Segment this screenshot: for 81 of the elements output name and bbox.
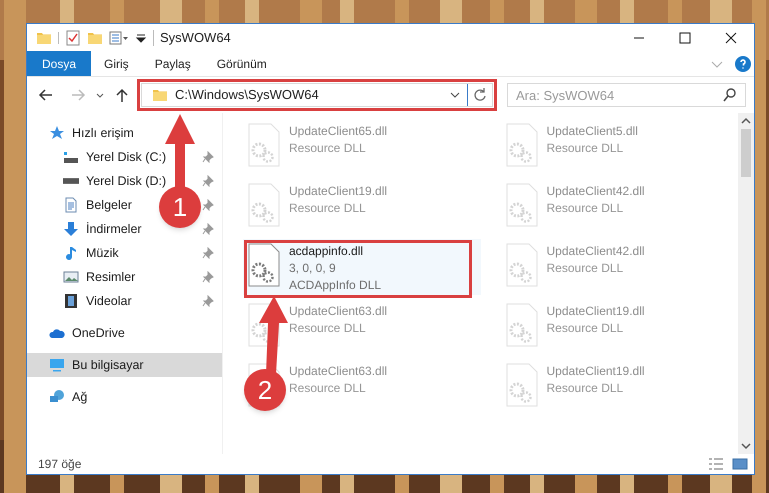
document-icon — [63, 197, 79, 213]
ribbon-tab[interactable]: Görünüm — [204, 51, 280, 76]
sidebar-item[interactable]: Müzik — [63, 244, 119, 262]
details-view-icon[interactable] — [708, 456, 724, 472]
drive-icon — [63, 152, 79, 162]
sidebar-item[interactable]: Bu bilgisayar — [27, 353, 222, 377]
file-detail: Resource DLL — [546, 320, 624, 337]
sidebar-item[interactable]: Belgeler — [63, 196, 132, 214]
search-field[interactable]: Ara: SysWOW64 — [507, 83, 746, 107]
film-icon — [63, 293, 79, 309]
ribbon-tab[interactable]: Giriş — [91, 51, 142, 76]
dll-file-icon — [504, 183, 538, 227]
dll-file-icon — [504, 123, 538, 167]
dll-file-icon — [247, 183, 281, 227]
sidebar-item[interactable]: Hızlı erişim — [27, 121, 222, 145]
file-detail: Resource DLL — [546, 140, 624, 157]
image-icon — [63, 269, 79, 285]
pin-icon[interactable] — [202, 151, 214, 163]
pin-icon[interactable] — [202, 247, 214, 259]
address-path: C:\Windows\SysWOW64 — [175, 86, 319, 104]
dll-file-icon — [504, 243, 538, 287]
file-name: UpdateClient5.dll — [546, 123, 638, 140]
star-icon — [49, 125, 65, 141]
file-name: UpdateClient19.dll — [546, 303, 645, 320]
file-item[interactable]: acdappinfo.dll 3, 0, 0, 9 ACDAppInfo DLL — [243, 239, 480, 295]
music-note-icon — [63, 245, 79, 261]
pin-icon[interactable] — [202, 175, 214, 187]
help-icon[interactable] — [735, 56, 751, 72]
pin-icon[interactable] — [202, 223, 214, 235]
file-detail: Resource DLL — [546, 380, 624, 397]
file-detail: Resource DLL — [289, 140, 367, 157]
scrollbar-thumb[interactable] — [741, 129, 751, 177]
tiles-view-icon[interactable] — [732, 456, 748, 472]
window-title: SysWOW64 — [160, 28, 231, 47]
file-name: UpdateClient63.dll — [289, 363, 388, 380]
file-name: UpdateClient42.dll — [546, 183, 645, 200]
file-detail: Resource DLL — [289, 320, 367, 337]
back-arrow-icon[interactable] — [38, 87, 54, 103]
sidebar-item[interactable]: Videolar — [63, 292, 132, 310]
dll-file-icon — [247, 243, 281, 287]
dropdown-icon[interactable] — [135, 32, 147, 44]
checklist-icon[interactable] — [65, 30, 81, 46]
drive-icon — [63, 178, 79, 184]
file-name: UpdateClient19.dll — [546, 363, 645, 380]
dll-file-icon — [247, 123, 281, 167]
download-icon — [63, 221, 79, 237]
network-icon — [49, 389, 65, 405]
file-tab[interactable]: Dosya — [27, 51, 92, 76]
computer-icon — [49, 357, 65, 373]
folder-icon — [152, 87, 168, 103]
file-detail: 3, 0, 0, 9 — [289, 260, 337, 277]
address-field[interactable]: C:\Windows\SysWOW64 — [141, 83, 493, 107]
file-name: UpdateClient19.dll — [289, 183, 388, 200]
sidebar-item[interactable]: Yerel Disk (C:) — [63, 148, 166, 166]
pin-icon[interactable] — [202, 271, 214, 283]
dll-file-icon — [504, 303, 538, 347]
ribbon-tab[interactable]: Paylaş — [142, 51, 204, 76]
refresh-icon[interactable] — [472, 87, 488, 103]
file-name: UpdateClient63.dll — [289, 303, 388, 320]
properties-icon[interactable] — [109, 30, 129, 46]
file-detail: Resource DLL — [546, 200, 624, 217]
pin-icon[interactable] — [202, 199, 214, 211]
search-icon[interactable] — [722, 87, 738, 103]
sidebar-item[interactable]: Ağ — [27, 385, 222, 409]
sidebar-item[interactable]: OneDrive — [27, 321, 222, 345]
file-detail: Resource DLL — [289, 200, 367, 217]
file-detail: Resource DLL — [289, 380, 367, 397]
file-name: UpdateClient65.dll — [289, 123, 388, 140]
file-name: acdappinfo.dll — [289, 243, 364, 260]
sidebar-item[interactable]: Resimler — [63, 268, 136, 286]
scrollbar[interactable] — [738, 113, 754, 454]
maximize-icon — [679, 32, 691, 44]
pin-icon[interactable] — [202, 295, 214, 307]
close-icon — [725, 32, 737, 44]
file-detail: ACDAppInfo DLL — [289, 277, 382, 294]
file-detail: Resource DLL — [546, 260, 624, 277]
dll-file-icon — [504, 363, 538, 407]
item-count: 197 öğe — [38, 456, 82, 473]
sidebar-item[interactable]: İndirmeler — [63, 220, 142, 238]
up-arrow-icon[interactable] — [114, 87, 130, 103]
file-name: UpdateClient42.dll — [546, 243, 645, 260]
